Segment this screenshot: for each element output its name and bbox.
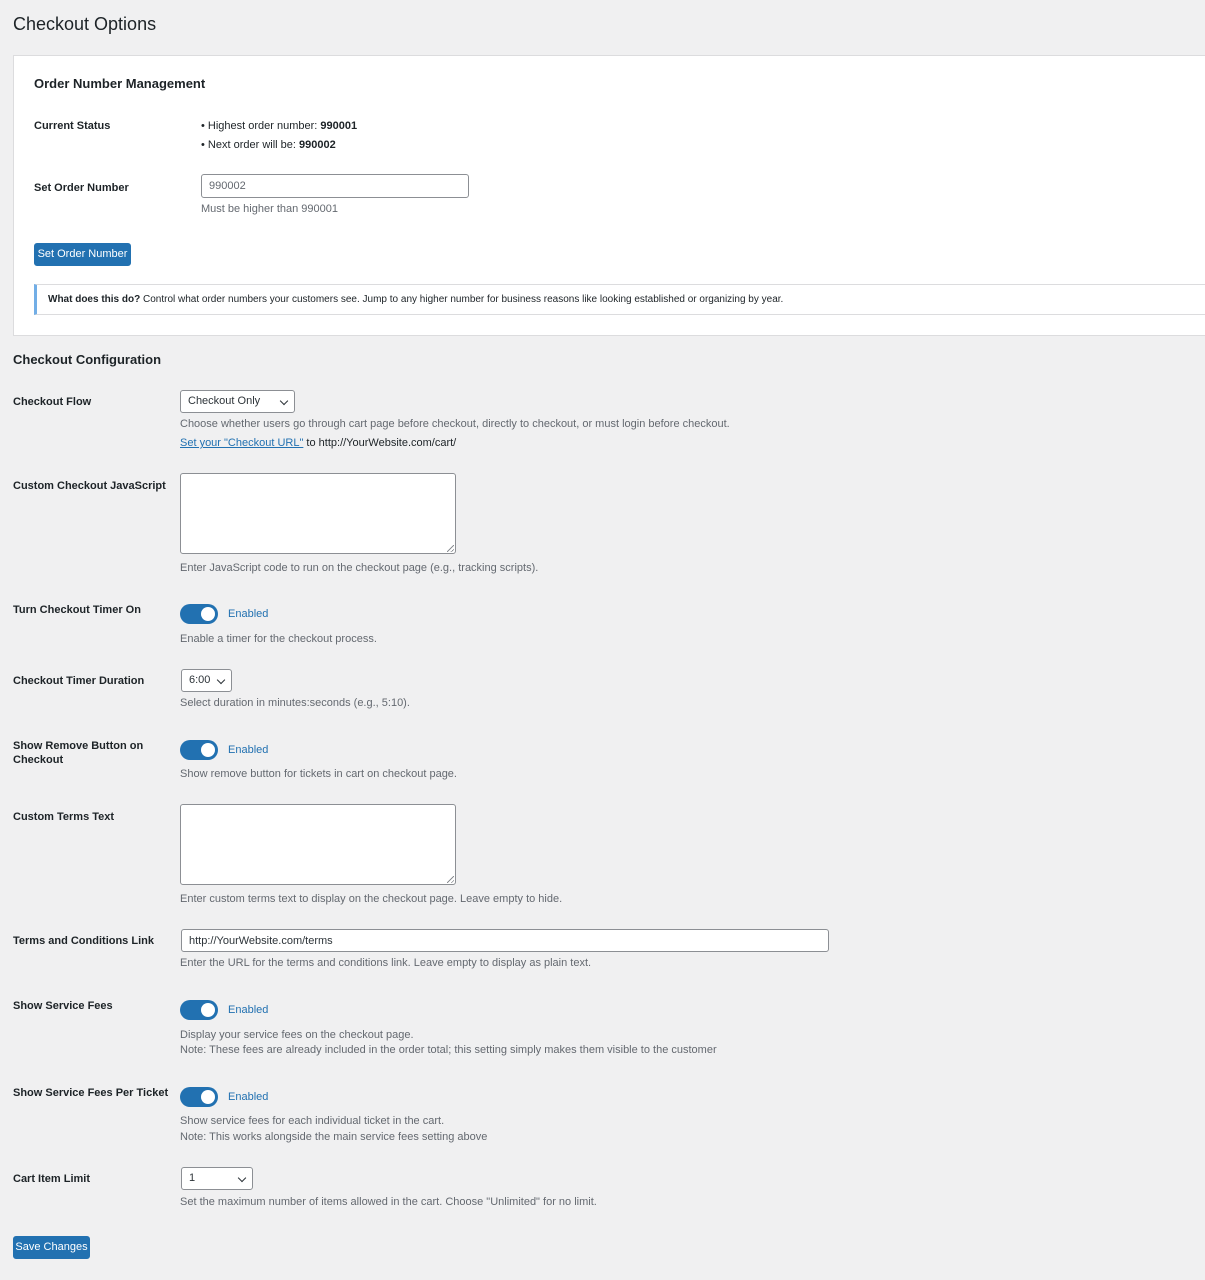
custom-js-wrapper <box>180 473 456 554</box>
next-order-number: • Next order will be: 990002 <box>201 139 336 151</box>
timer-duration-select[interactable]: 6:00 <box>181 669 232 692</box>
remove-button-desc: Show remove button for tickets in cart o… <box>180 768 457 780</box>
service-fees-note: Note: These fees are already included in… <box>180 1044 717 1056</box>
page-title: Checkout Options <box>13 14 157 34</box>
chevron-down-icon <box>216 675 226 684</box>
service-fees-state: Enabled <box>228 1004 269 1016</box>
terms-link-label: Terms and Conditions Link <box>13 935 154 947</box>
order-number-heading: Order Number Management <box>34 76 206 91</box>
set-order-number-hint: Must be higher than 990001 <box>201 203 338 215</box>
remove-button-toggle[interactable] <box>180 740 218 760</box>
timer-on-label: Turn Checkout Timer On <box>13 604 141 616</box>
service-fees-toggle[interactable] <box>180 1000 218 1020</box>
checkout-flow-select[interactable]: Checkout Only <box>180 390 295 413</box>
terms-link-input[interactable] <box>181 929 829 952</box>
notice-text: What does this do? Control what order nu… <box>48 294 784 305</box>
terms-text-wrapper <box>180 804 456 885</box>
service-fees-per-ticket-label: Show Service Fees Per Ticket <box>13 1087 169 1099</box>
timer-duration-label: Checkout Timer Duration <box>13 675 145 687</box>
checkout-configuration-heading: Checkout Configuration <box>13 352 162 367</box>
service-fees-per-ticket-desc: Show service fees for each individual ti… <box>180 1115 445 1127</box>
chevron-down-icon <box>237 1173 247 1182</box>
toggle-knob <box>201 607 215 621</box>
order-number-panel: Order Number Management Current Status •… <box>13 55 1205 336</box>
cart-limit-label: Cart Item Limit <box>13 1173 91 1185</box>
service-fees-label: Show Service Fees <box>13 1000 113 1012</box>
checkout-flow-value: Checkout Only <box>188 395 261 407</box>
service-fees-per-ticket-state: Enabled <box>228 1091 269 1103</box>
set-order-number-input[interactable] <box>201 174 469 198</box>
checkout-flow-label: Checkout Flow <box>13 396 92 408</box>
terms-text-label: Custom Terms Text <box>13 811 115 823</box>
custom-js-label: Custom Checkout JavaScript <box>13 480 166 492</box>
set-order-number-button[interactable]: Set Order Number <box>34 243 131 266</box>
info-notice: What does this do? Control what order nu… <box>34 284 1205 315</box>
remove-button-label: Show Remove Button on Checkout <box>13 740 144 766</box>
cart-limit-select[interactable]: 1 <box>181 1167 253 1190</box>
cart-limit-value: 1 <box>189 1172 196 1184</box>
timer-duration-desc: Select duration in minutes:seconds (e.g.… <box>180 697 410 709</box>
terms-text-desc: Enter custom terms text to display on th… <box>180 893 563 905</box>
timer-on-state: Enabled <box>228 608 269 620</box>
service-fees-per-ticket-toggle[interactable] <box>180 1087 218 1107</box>
custom-js-textarea[interactable] <box>180 473 456 554</box>
remove-button-state: Enabled <box>228 744 269 756</box>
terms-text-textarea[interactable] <box>180 804 456 885</box>
custom-js-desc: Enter JavaScript code to run on the chec… <box>180 562 539 574</box>
timer-on-toggle[interactable] <box>180 604 218 624</box>
toggle-knob <box>201 1090 215 1104</box>
highest-order-number: • Highest order number: 990001 <box>201 120 358 132</box>
set-order-number-label: Set Order Number <box>34 182 129 194</box>
chevron-down-icon <box>279 396 289 405</box>
timer-duration-value: 6:00 <box>189 674 211 686</box>
current-status-label: Current Status <box>34 120 111 132</box>
checkout-url-line: Set your "Checkout URL" to http://YourWe… <box>180 437 457 449</box>
service-fees-per-ticket-note: Note: This works alongside the main serv… <box>180 1131 488 1143</box>
save-changes-button[interactable]: Save Changes <box>13 1236 90 1259</box>
checkout-flow-desc: Choose whether users go through cart pag… <box>180 418 730 430</box>
terms-link-desc: Enter the URL for the terms and conditio… <box>180 957 592 969</box>
toggle-knob <box>201 743 215 757</box>
service-fees-desc: Display your service fees on the checkou… <box>180 1029 414 1041</box>
cart-limit-desc: Set the maximum number of items allowed … <box>180 1196 597 1208</box>
toggle-knob <box>201 1003 215 1017</box>
checkout-url-link[interactable]: Set your "Checkout URL" <box>180 437 303 449</box>
timer-on-desc: Enable a timer for the checkout process. <box>180 633 377 645</box>
